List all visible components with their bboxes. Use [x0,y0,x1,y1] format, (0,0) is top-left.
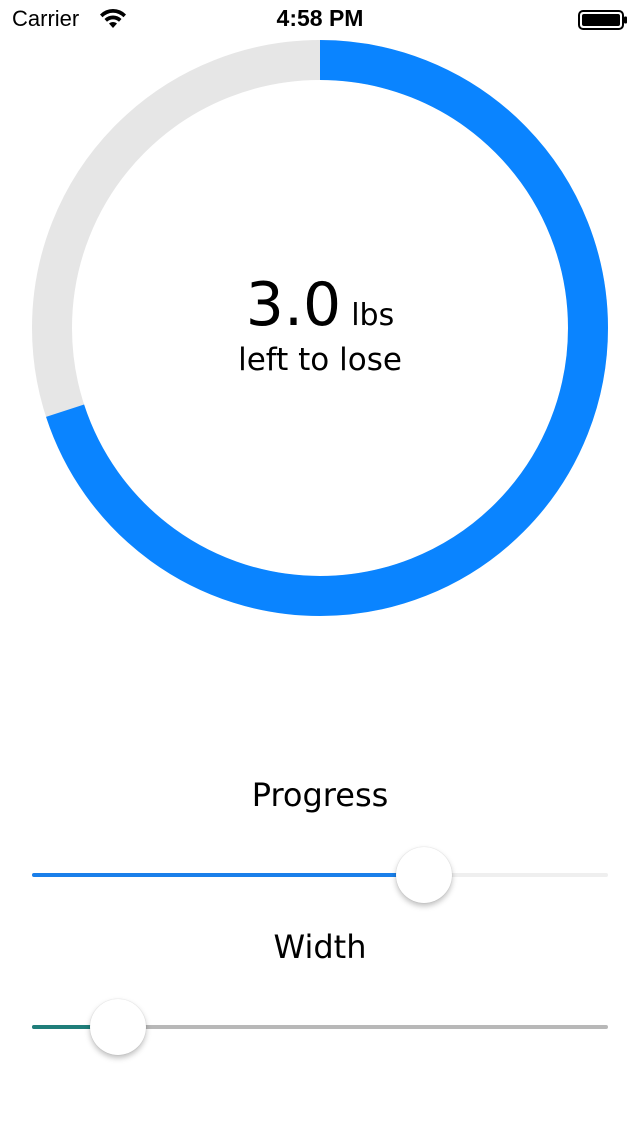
progress-summary: 3.0 lbs left to lose [120,270,520,378]
status-bar: Carrier 4:58 PM [0,0,640,40]
remaining-value-line: 3.0 lbs [120,270,520,340]
battery-full-icon [578,10,627,30]
app-screen: Carrier 4:58 PM 3.0 lbs left to lose Pro… [0,0,640,1136]
progress-slider-thumb[interactable] [395,847,452,903]
remaining-unit: lbs [351,298,395,333]
clock: 4:58 PM [276,5,364,31]
width-slider-label: Width [273,928,367,966]
width-slider[interactable] [32,997,608,1057]
progress-slider-label: Progress [251,776,389,814]
remaining-caption: left to lose [238,342,402,378]
remaining-value: 3.0 [245,270,342,340]
width-slider-thumb[interactable] [90,999,147,1055]
progress-slider-fill [32,873,424,877]
progress-slider[interactable] [32,845,608,905]
